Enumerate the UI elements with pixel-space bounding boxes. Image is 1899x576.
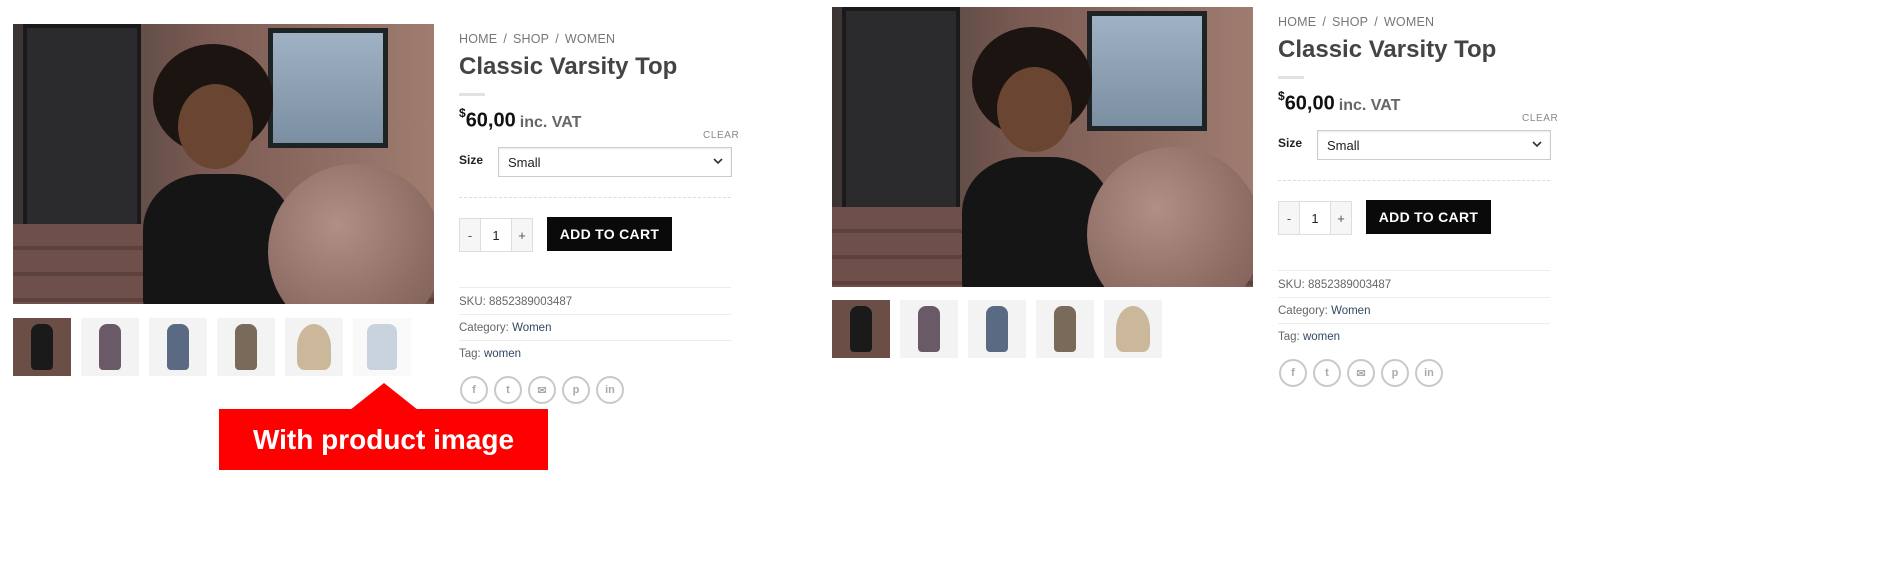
left-clear-link[interactable]: CLEAR [703, 130, 739, 141]
left-meta-divider-3 [459, 340, 731, 341]
right-breadcrumb: HOME / SHOP / WOMEN [1278, 15, 1435, 29]
right-category: Category: Women [1278, 305, 1371, 317]
right-quantity-stepper: - 1 + [1278, 201, 1352, 235]
thumbnail-1[interactable] [13, 318, 71, 376]
left-thumbnail-strip [13, 318, 421, 376]
left-quantity-stepper: - 1 + [459, 218, 533, 252]
left-main-product-image[interactable] [13, 24, 434, 304]
tag-link[interactable]: women [484, 348, 521, 360]
thumbnail-5[interactable] [1104, 300, 1162, 358]
breadcrumb-shop-link[interactable]: SHOP [1332, 15, 1368, 29]
callout-banner: With product image [219, 409, 548, 470]
thumbnail-3[interactable] [149, 318, 207, 376]
right-sku: SKU: 8852389003487 [1278, 279, 1392, 291]
pinterest-icon[interactable]: p [562, 376, 590, 404]
left-meta-divider-2 [459, 314, 731, 315]
linkedin-icon[interactable]: in [596, 376, 624, 404]
thumbnail-2[interactable] [900, 300, 958, 358]
email-icon[interactable]: ✉ [528, 376, 556, 404]
breadcrumb-home-link[interactable]: HOME [1278, 15, 1316, 29]
right-product-title: Classic Varsity Top [1278, 36, 1497, 63]
left-title-divider [459, 93, 485, 96]
facebook-icon[interactable]: f [1279, 359, 1307, 387]
thumbnail-1[interactable] [832, 300, 890, 358]
qty-minus-button[interactable]: - [460, 219, 480, 251]
thumbnail-3[interactable] [968, 300, 1026, 358]
twitter-icon[interactable]: t [1313, 359, 1341, 387]
left-sku: SKU: 8852389003487 [459, 296, 573, 308]
right-size-label: Size [1278, 136, 1303, 150]
qty-input[interactable]: 1 [480, 219, 512, 251]
chevron-down-icon [713, 158, 723, 165]
callout-arrow [350, 383, 418, 410]
right-meta-divider [1278, 270, 1550, 271]
left-category: Category: Women [459, 322, 552, 334]
left-share-icons: f t ✉ p in [460, 376, 630, 404]
left-dashed-divider [459, 197, 731, 198]
chevron-down-icon [1532, 141, 1542, 148]
right-share-icons: f t ✉ p in [1279, 359, 1449, 387]
right-add-to-cart-button[interactable]: ADD TO CART [1366, 200, 1491, 234]
category-link[interactable]: Women [1331, 305, 1370, 317]
right-meta-divider-2 [1278, 297, 1550, 298]
left-size-label: Size [459, 153, 484, 167]
thumbnail-6[interactable] [353, 318, 411, 376]
breadcrumb-women-link[interactable]: WOMEN [1384, 15, 1434, 29]
right-title-divider [1278, 76, 1304, 79]
left-meta-divider [459, 287, 731, 288]
thumbnail-2[interactable] [81, 318, 139, 376]
right-main-product-image[interactable] [832, 7, 1253, 287]
qty-plus-button[interactable]: + [512, 219, 532, 251]
right-product-price: $60,00 inc. VAT [1278, 89, 1401, 115]
facebook-icon[interactable]: f [460, 376, 488, 404]
tag-link[interactable]: women [1303, 331, 1340, 343]
right-thumbnail-strip [832, 300, 1172, 358]
right-meta-divider-3 [1278, 323, 1550, 324]
thumbnail-4[interactable] [217, 318, 275, 376]
category-link[interactable]: Women [512, 322, 551, 334]
left-add-to-cart-button[interactable]: ADD TO CART [547, 217, 672, 251]
left-size-select[interactable]: Small [498, 147, 732, 177]
pinterest-icon[interactable]: p [1381, 359, 1409, 387]
right-dashed-divider [1278, 180, 1550, 181]
qty-minus-button[interactable]: - [1279, 202, 1299, 234]
qty-input[interactable]: 1 [1299, 202, 1331, 234]
twitter-icon[interactable]: t [494, 376, 522, 404]
thumbnail-4[interactable] [1036, 300, 1094, 358]
qty-plus-button[interactable]: + [1331, 202, 1351, 234]
right-clear-link[interactable]: CLEAR [1522, 113, 1558, 124]
left-tag: Tag: women [459, 348, 522, 360]
left-breadcrumb: HOME / SHOP / WOMEN [459, 32, 616, 46]
right-size-select[interactable]: Small [1317, 130, 1551, 160]
left-product-title: Classic Varsity Top [459, 53, 678, 80]
thumbnail-5[interactable] [285, 318, 343, 376]
breadcrumb-women-link[interactable]: WOMEN [565, 32, 615, 46]
linkedin-icon[interactable]: in [1415, 359, 1443, 387]
email-icon[interactable]: ✉ [1347, 359, 1375, 387]
breadcrumb-home-link[interactable]: HOME [459, 32, 497, 46]
right-tag: Tag: women [1278, 331, 1341, 343]
breadcrumb-shop-link[interactable]: SHOP [513, 32, 549, 46]
left-product-price: $60,00 inc. VAT [459, 106, 582, 132]
